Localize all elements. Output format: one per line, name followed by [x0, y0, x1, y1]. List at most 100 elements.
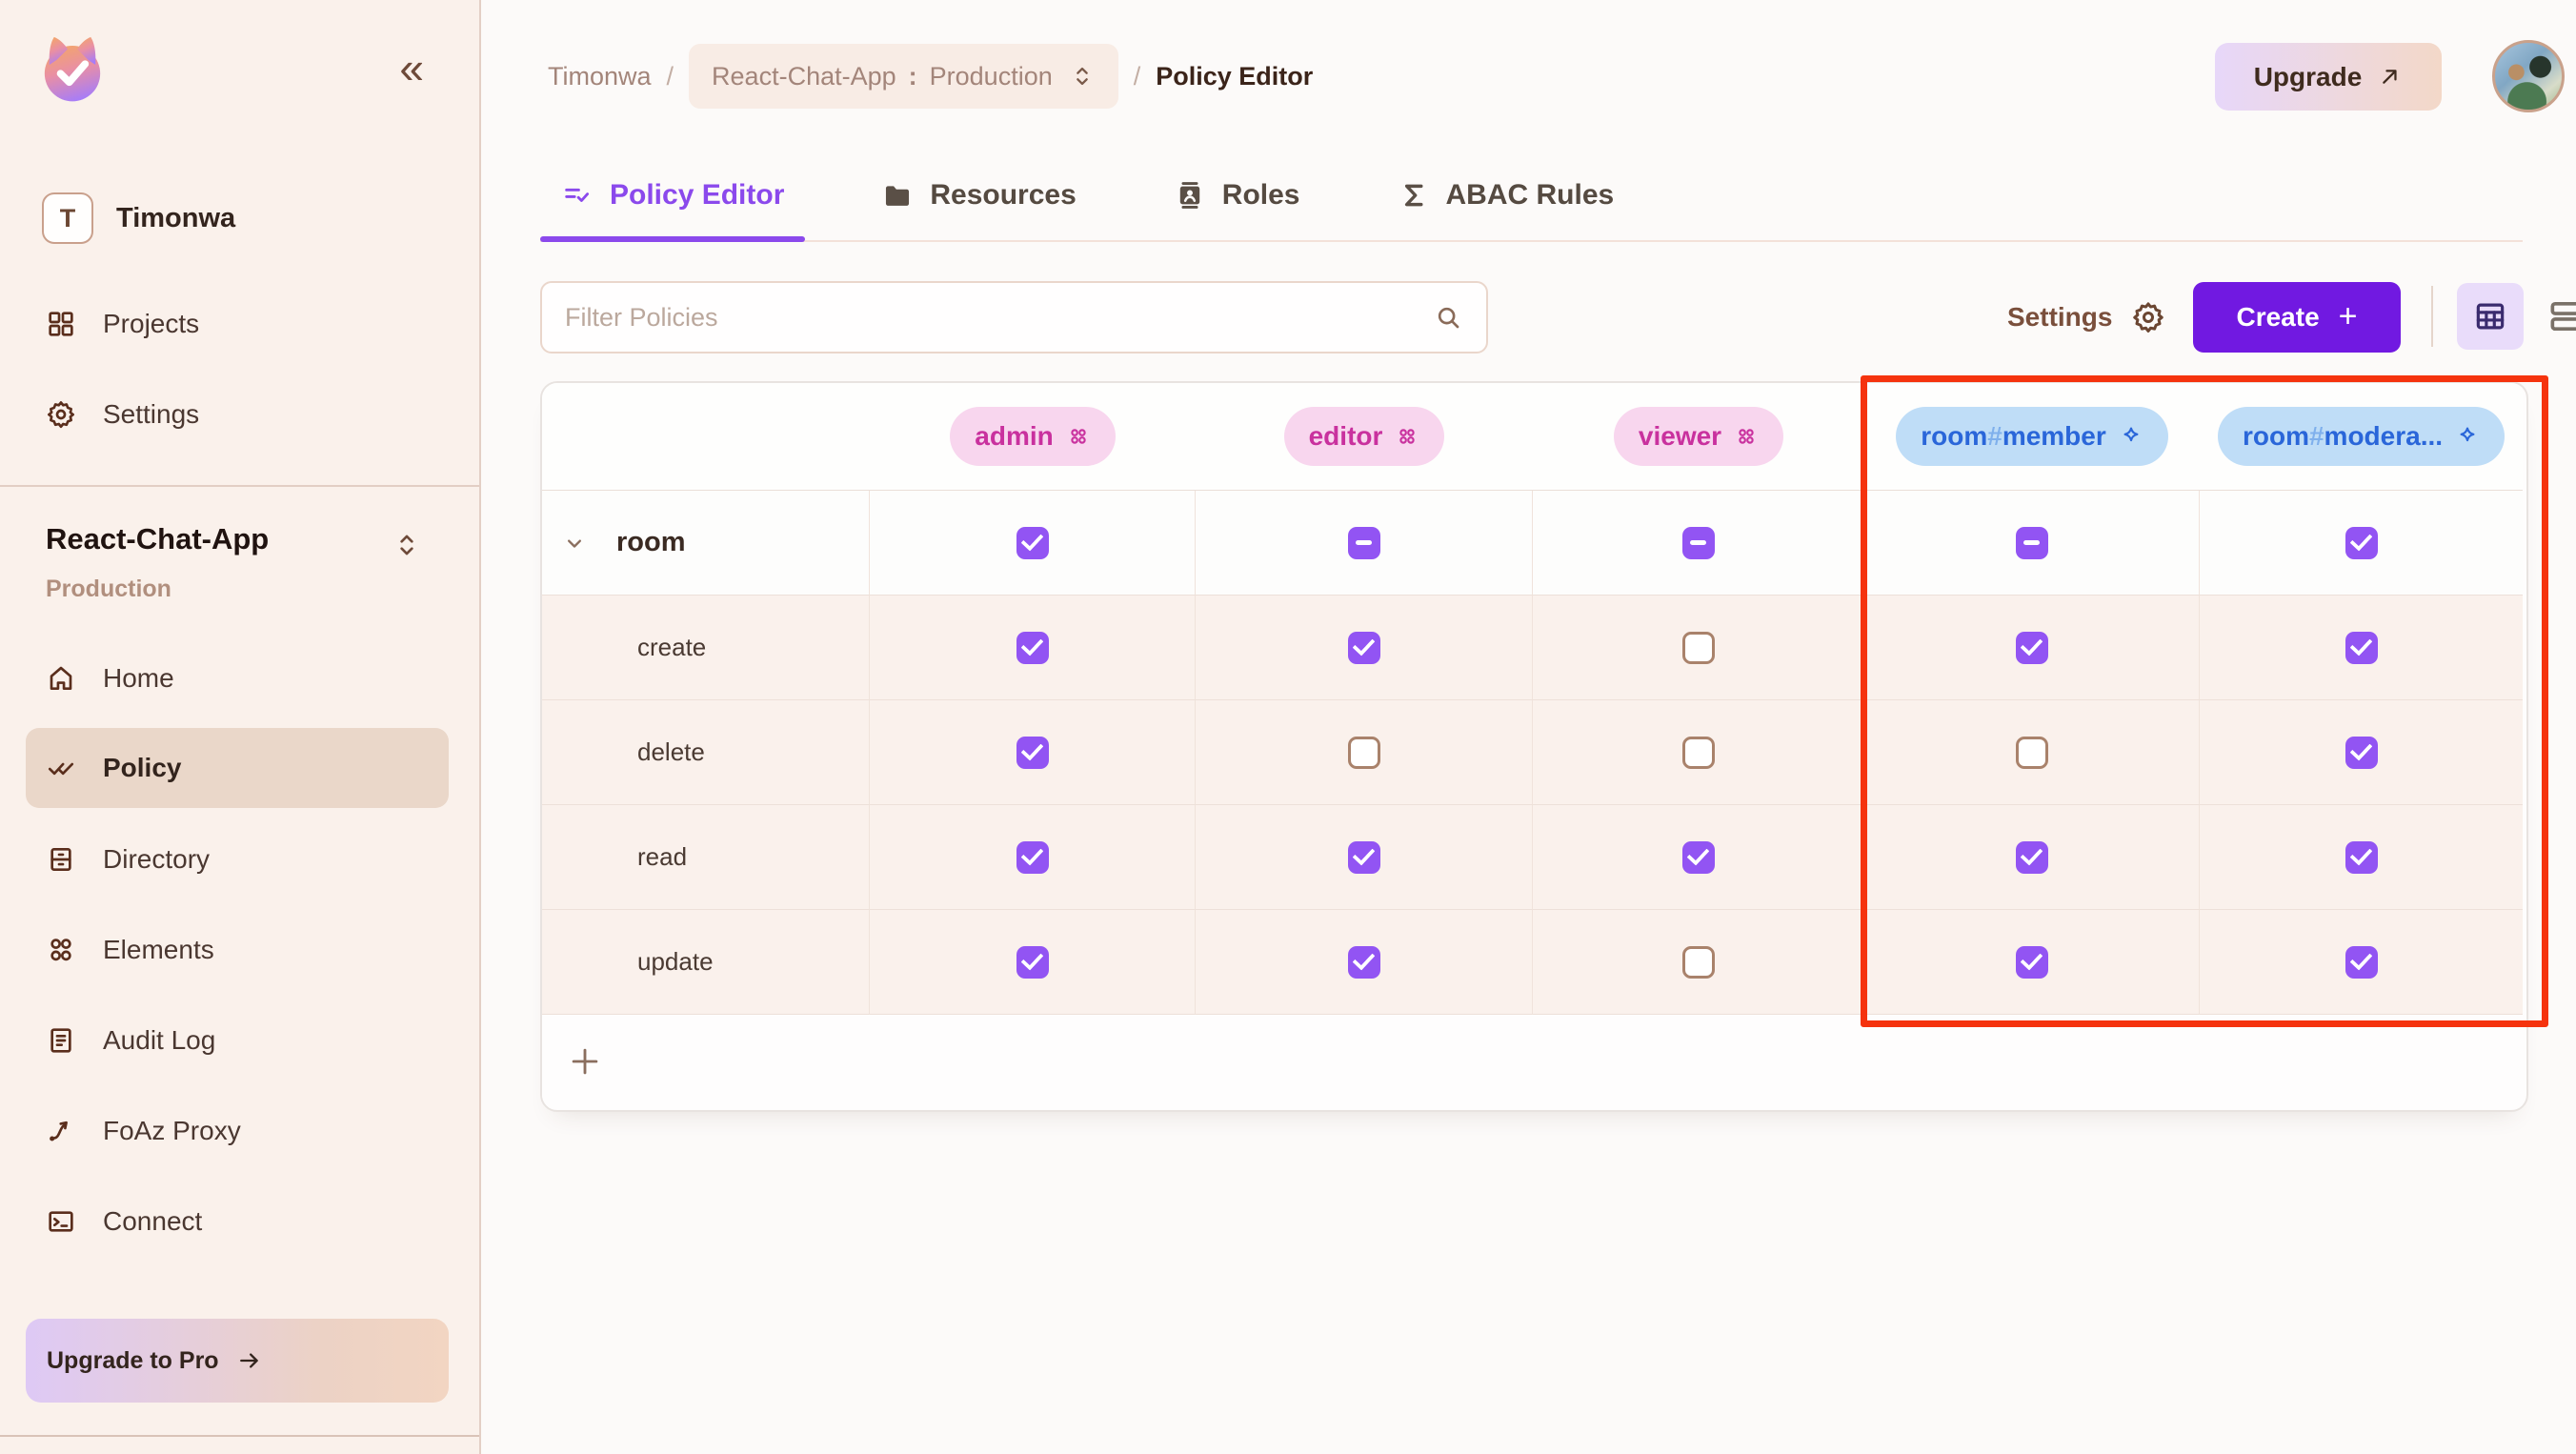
- tab-roles[interactable]: Roles: [1153, 151, 1321, 240]
- checkbox-update-room-modera-[interactable]: [2345, 946, 2378, 979]
- sidebar-item-settings[interactable]: Settings: [0, 369, 479, 459]
- permission-cell: [1196, 910, 1533, 1015]
- hash-glyph: #: [1987, 421, 2002, 451]
- checkbox-create-editor[interactable]: [1348, 632, 1380, 664]
- checkbox-delete-editor[interactable]: [1348, 737, 1380, 769]
- sidebar-item-label: Projects: [103, 309, 199, 339]
- environment-switcher-icon[interactable]: [392, 530, 422, 560]
- upgrade-button[interactable]: Upgrade: [2215, 43, 2442, 111]
- checkbox-room-admin[interactable]: [1016, 527, 1049, 559]
- permission-cell: [1864, 596, 2200, 700]
- tab-abac-rules[interactable]: ABAC Rules: [1377, 151, 1636, 240]
- checkbox-update-room-member[interactable]: [2016, 946, 2048, 979]
- upgrade-to-pro-button[interactable]: Upgrade to Pro: [26, 1319, 449, 1403]
- permission-cell: [870, 491, 1196, 596]
- home-icon: [46, 663, 76, 694]
- workspace-switcher[interactable]: T Timonwa: [42, 192, 235, 244]
- sidebar-item-label: Policy: [103, 753, 181, 783]
- expand-chevron-icon[interactable]: [561, 530, 588, 556]
- sidebar-item-foaz-proxy[interactable]: FoAz Proxy: [0, 1085, 479, 1176]
- column-badge-room-member[interactable]: room#member: [1896, 407, 2168, 466]
- sidebar-item-home[interactable]: Home: [0, 633, 479, 723]
- breadcrumb-separator: /: [667, 62, 674, 91]
- tab-policy-editor[interactable]: Policy Editor: [540, 151, 805, 240]
- checkbox-create-room-member[interactable]: [2016, 632, 2048, 664]
- list-view-toggle[interactable]: [2541, 291, 2576, 342]
- column-badge-editor[interactable]: editor: [1284, 407, 1445, 466]
- sidebar-item-elements[interactable]: Elements: [0, 904, 479, 995]
- filter-policies-input[interactable]: [540, 281, 1488, 353]
- badge-label: admin: [975, 421, 1053, 452]
- checkbox-room-room-member[interactable]: [2016, 527, 2048, 559]
- permission-cell: [1196, 596, 1533, 700]
- folder-icon: [881, 179, 914, 212]
- row-label-text: read: [637, 842, 687, 872]
- checkbox-read-viewer[interactable]: [1682, 841, 1715, 874]
- column-badge-room-modera-[interactable]: room#modera...: [2218, 407, 2505, 466]
- permission-cell: [1864, 910, 2200, 1015]
- tab-label: ABAC Rules: [1446, 179, 1615, 212]
- row-label-text: create: [637, 633, 706, 662]
- plus-icon: +: [2339, 300, 2358, 333]
- sparkle-icon: [2119, 424, 2143, 449]
- permit-logo[interactable]: [34, 31, 111, 108]
- add-row-button[interactable]: [567, 1043, 603, 1080]
- checkbox-create-room-modera-[interactable]: [2345, 632, 2378, 664]
- policy-settings-button[interactable]: Settings: [2007, 293, 2165, 342]
- sidebar-item-audit-log[interactable]: Audit Log: [0, 995, 479, 1085]
- checkbox-room-room-modera-[interactable]: [2345, 527, 2378, 559]
- checkbox-read-editor[interactable]: [1348, 841, 1380, 874]
- column-badge-admin[interactable]: admin: [950, 407, 1115, 466]
- arrow-up-right-icon: [2377, 64, 2403, 90]
- permission-cell: [870, 596, 1196, 700]
- sidebar-item-label: FoAz Proxy: [103, 1116, 241, 1146]
- breadcrumb-project-env-pill[interactable]: React-Chat-App : Production: [689, 44, 1118, 109]
- column-badge-viewer[interactable]: viewer: [1614, 407, 1783, 466]
- checkbox-create-viewer[interactable]: [1682, 632, 1715, 664]
- checkbox-update-viewer[interactable]: [1682, 946, 1715, 979]
- roles-icon: [1174, 179, 1206, 212]
- action-row-label: delete: [542, 700, 870, 805]
- tab-bar: Policy Editor Resources Roles ABAC Rules: [540, 151, 2523, 242]
- filter-field: [540, 281, 1488, 353]
- checkbox-delete-viewer[interactable]: [1682, 737, 1715, 769]
- column-header-cell: admin: [870, 383, 1196, 491]
- sidebar-item-directory[interactable]: Directory: [0, 814, 479, 904]
- sidebar-item-policy[interactable]: Policy: [26, 728, 449, 808]
- tab-resources[interactable]: Resources: [860, 151, 1097, 240]
- toolbar: Settings Create +: [540, 281, 2523, 355]
- sidebar-item-projects[interactable]: Projects: [0, 278, 479, 369]
- terminal-icon: [46, 1206, 76, 1237]
- checkbox-room-editor[interactable]: [1348, 527, 1380, 559]
- column-header-cell: room#modera...: [2200, 383, 2523, 491]
- sidebar-item-label: Connect: [103, 1206, 202, 1237]
- checkbox-delete-room-modera-[interactable]: [2345, 737, 2378, 769]
- sidebar-main-nav: Home Policy DirectoryElementsAudit Log FoAz…: [0, 633, 479, 1266]
- user-avatar[interactable]: [2492, 40, 2565, 112]
- elements-icon: [46, 935, 76, 965]
- checkbox-read-room-modera-[interactable]: [2345, 841, 2378, 874]
- checkbox-update-editor[interactable]: [1348, 946, 1380, 979]
- checkbox-create-admin[interactable]: [1016, 632, 1049, 664]
- action-row-label: create: [542, 596, 870, 700]
- audit-log-icon: [46, 1025, 76, 1056]
- sidebar-item-connect[interactable]: Connect: [0, 1176, 479, 1266]
- sidebar-collapse-button[interactable]: «: [399, 46, 424, 90]
- checkbox-update-admin[interactable]: [1016, 946, 1049, 979]
- checkbox-read-admin[interactable]: [1016, 841, 1049, 874]
- checkbox-read-room-member[interactable]: [2016, 841, 2048, 874]
- badge-label: viewer: [1639, 421, 1721, 452]
- checkbox-room-viewer[interactable]: [1682, 527, 1715, 559]
- checkbox-delete-admin[interactable]: [1016, 737, 1049, 769]
- permission-cell: [1533, 805, 1864, 910]
- breadcrumb-workspace[interactable]: Timonwa: [548, 62, 652, 91]
- permission-cell: [2200, 596, 2523, 700]
- checkbox-delete-room-member[interactable]: [2016, 737, 2048, 769]
- add-resource-row: [542, 1015, 2523, 1108]
- sidebar-divider: [0, 485, 479, 487]
- grid-view-toggle[interactable]: [2457, 283, 2524, 350]
- permission-cell: [1196, 700, 1533, 805]
- permission-cell: [1864, 491, 2200, 596]
- create-button[interactable]: Create +: [2193, 282, 2401, 353]
- upgrade-to-pro-label: Upgrade to Pro: [47, 1347, 219, 1375]
